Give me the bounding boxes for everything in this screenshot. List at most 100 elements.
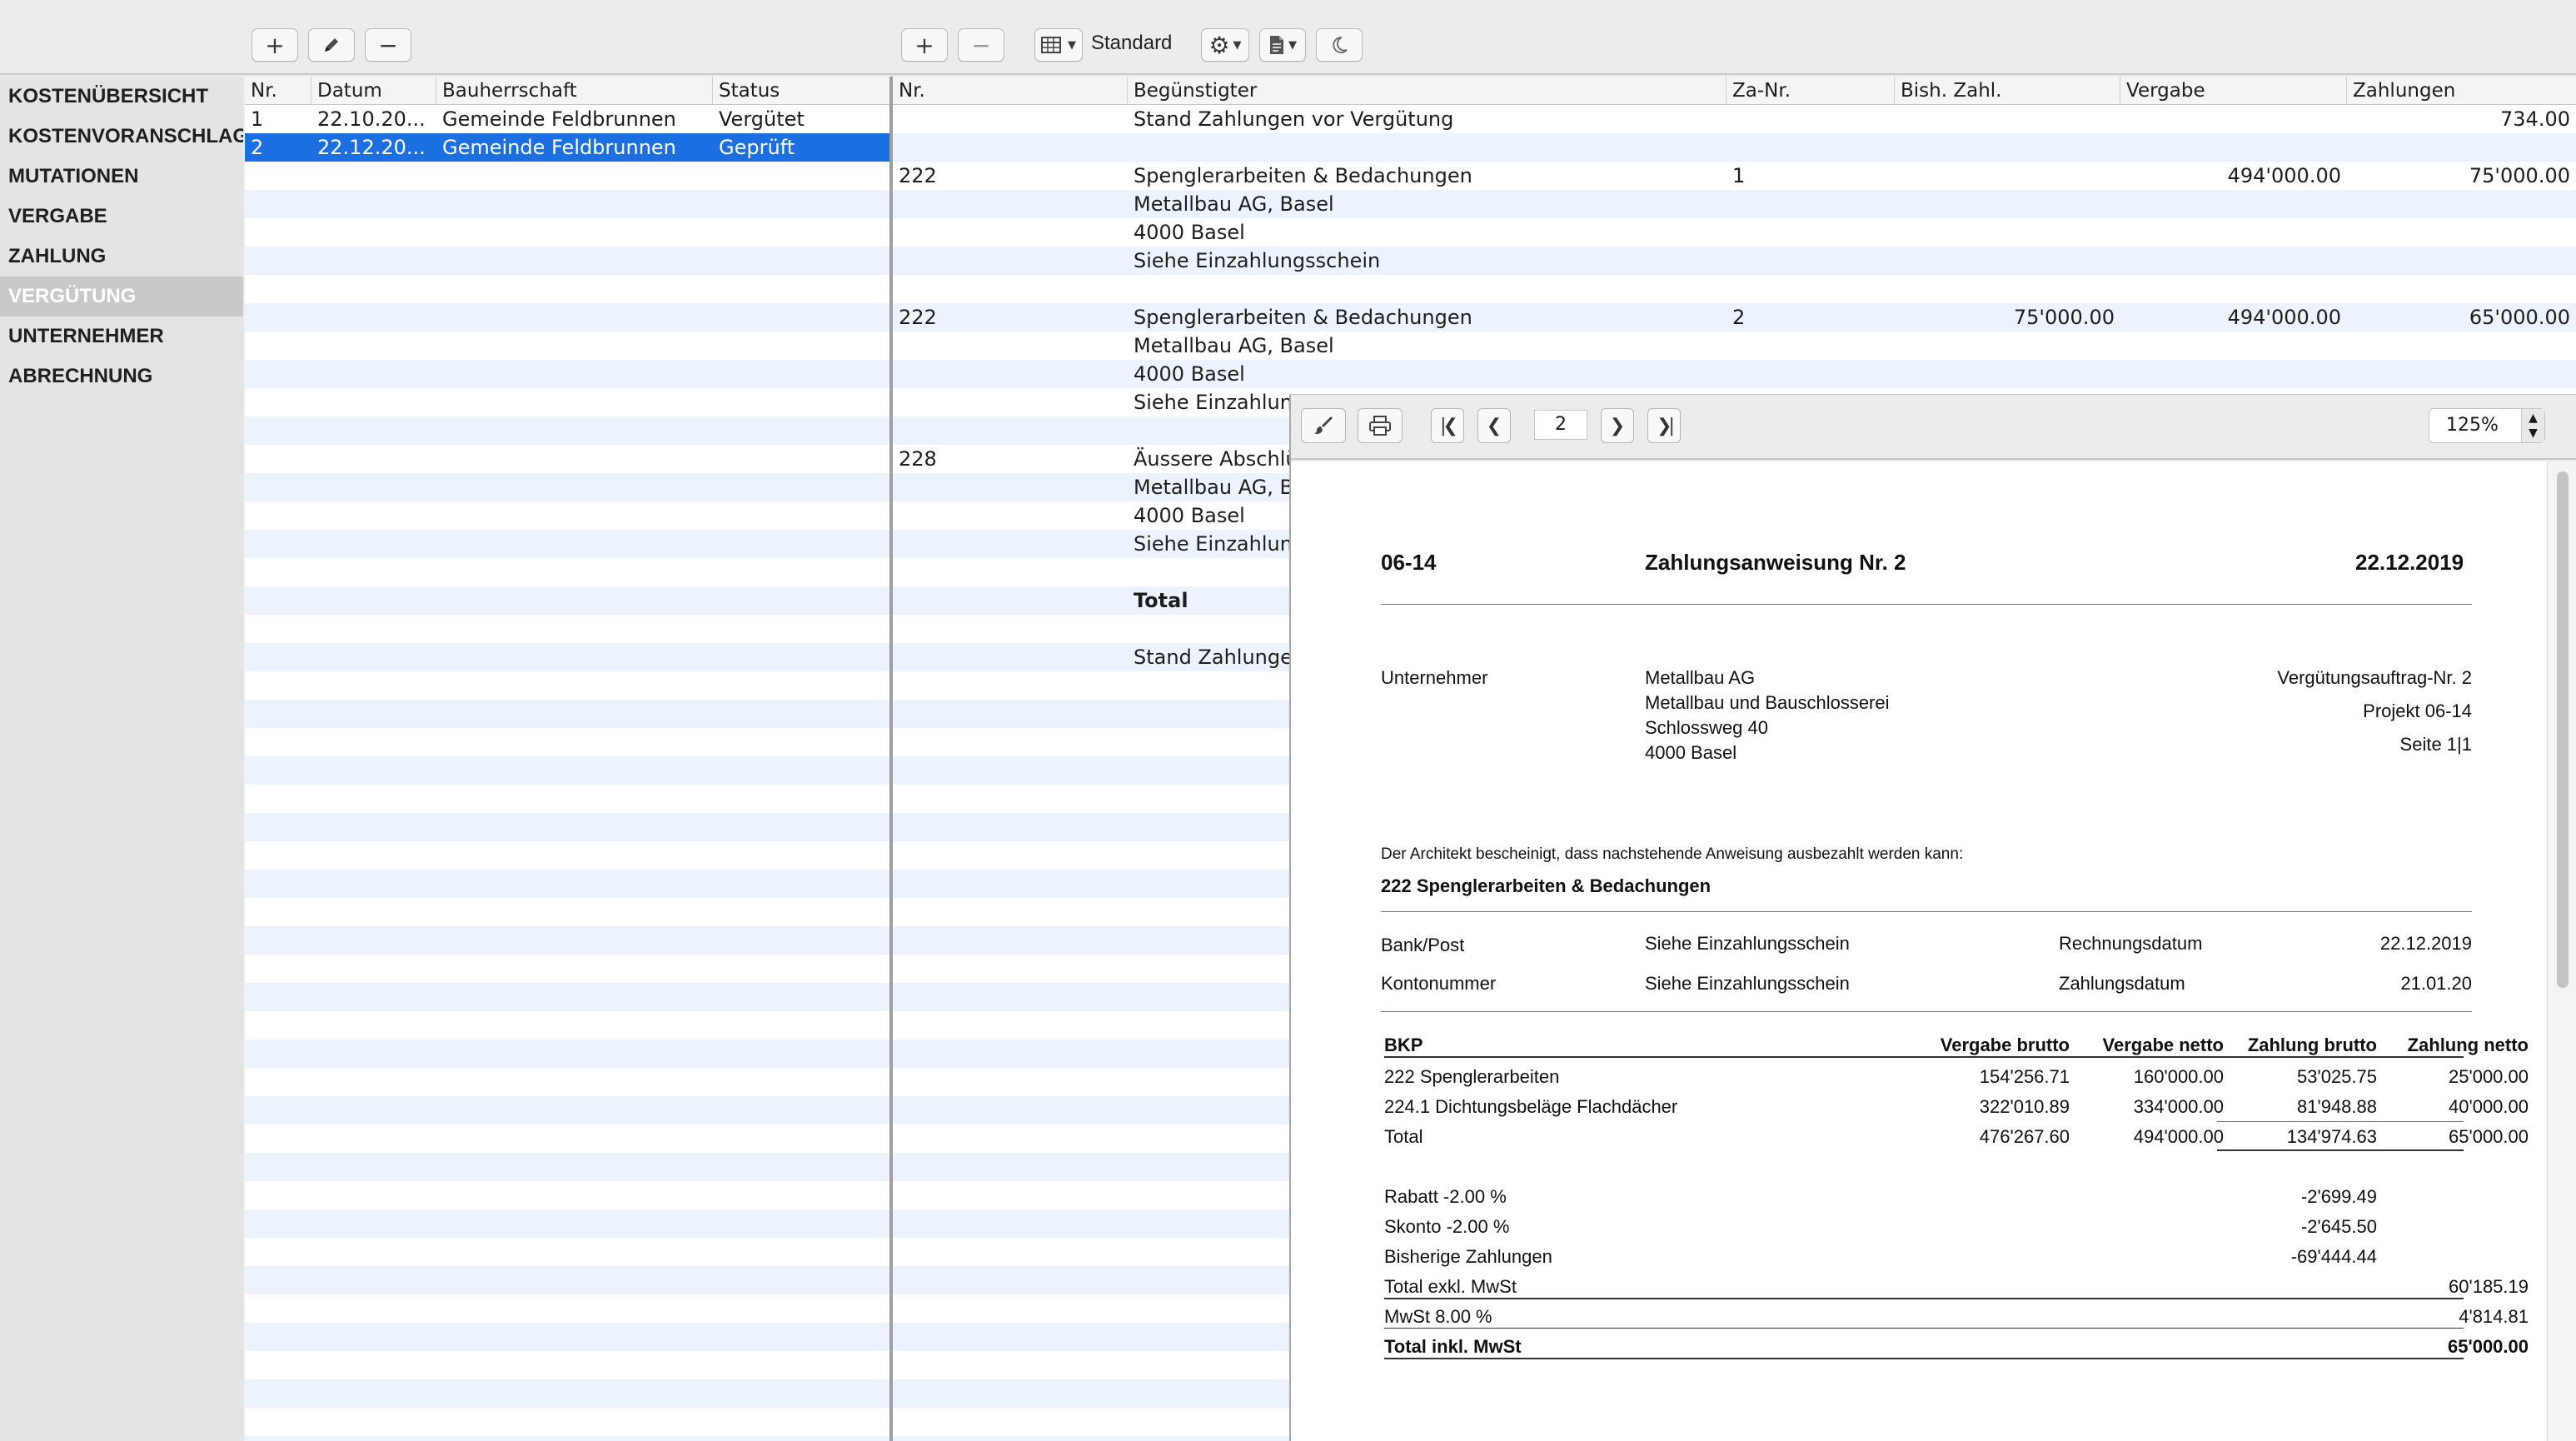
cell-nr [893, 105, 1128, 133]
settings-menu-button[interactable]: ⚙ ▼ [1201, 28, 1249, 62]
bkp-label: 222 Spenglerarbeiten [1384, 1066, 1560, 1087]
remove-vergutung-button[interactable]: − [365, 28, 411, 62]
cell-beg: 4000 Basel [1134, 362, 1245, 386]
sidebar-item-vergabe[interactable]: VERGABE [0, 197, 243, 237]
doc-code: 06-14 [1381, 550, 1437, 575]
last-page-icon: ❯| [1657, 415, 1675, 436]
table-row[interactable] [893, 275, 2576, 303]
cell-beg: Metallbau AG, Basel [1134, 334, 1334, 357]
brush-button[interactable] [1301, 408, 1346, 443]
print-button[interactable] [1358, 408, 1403, 443]
printer-icon [1369, 416, 1391, 436]
preview-toolbar: |❮ ❮ 2 ❯ ❯| 125% ▲ ▼ [1291, 395, 2576, 460]
cell-nr [893, 501, 1128, 530]
sidebar-item-abrechnung[interactable]: ABRECHNUNG [0, 357, 243, 396]
cell-vergabe [2120, 247, 2347, 275]
cell-vergabe [2120, 218, 2347, 247]
chevron-down-icon: ▼ [1233, 38, 1242, 52]
cell-bish [1895, 218, 2120, 247]
rechnung-value: 22.12.2019 [2379, 933, 2472, 954]
cell-datum: 22.10.20... [317, 107, 426, 131]
table-row[interactable]: Metallbau AG, Basel [893, 332, 2576, 360]
cell-nr [893, 360, 1128, 388]
cell-vergabe [2120, 275, 2347, 303]
cell-zahlungen [2347, 360, 2576, 388]
table-row-selected[interactable]: 2 22.12.20... Gemeinde Feldbrunnen Geprü… [245, 133, 889, 162]
vergabe-brutto-header: Vergabe brutto [1940, 1035, 2070, 1055]
next-page-button[interactable]: ❯ [1601, 408, 1634, 443]
preview-scrollbar[interactable] [2547, 461, 2576, 1441]
column-header-status[interactable]: Status [713, 77, 889, 105]
doc-date: 22.12.2019 [2355, 550, 2464, 575]
remove-position-button[interactable]: − [958, 28, 1004, 62]
cell-beg: Stand Zahlungen vor Vergütung [1134, 107, 1454, 131]
stepper-icon[interactable]: ▲ ▼ [2521, 409, 2544, 442]
cell-bish [1895, 105, 2120, 133]
zoom-select[interactable]: 125% ▲ ▼ [2429, 408, 2545, 443]
cell-zahlungen [2347, 218, 2576, 247]
sidebar-item-unternehmer[interactable]: UNTERNEHMER [0, 317, 243, 357]
add-vergutung-button[interactable]: + [252, 28, 298, 62]
sidebar-item-verguetung[interactable]: VERGÜTUNG [0, 277, 243, 317]
table-row[interactable]: Siehe Einzahlungsschein [893, 247, 2576, 275]
add-position-button[interactable]: + [901, 28, 948, 62]
edit-button[interactable] [308, 28, 355, 62]
bank-label: Bank/Post [1381, 935, 1465, 955]
cell-bauherrschaft: Gemeinde Feldbrunnen [442, 136, 676, 159]
table-row[interactable]: 4000 Basel [893, 360, 2576, 388]
cell-beg: Spenglerarbeiten & Bedachungen [1134, 164, 1472, 187]
moon-icon [1333, 37, 1348, 53]
cell-nr: 228 [899, 447, 937, 471]
table-row[interactable]: 1 22.10.20... Gemeinde Feldbrunnen Vergü… [245, 105, 889, 133]
bkp-value: 494'000.00 [2133, 1126, 2224, 1147]
cell-zahlungen [2347, 190, 2576, 218]
bkp-value: 322'010.89 [1979, 1096, 2070, 1117]
zahlung-label: Zahlungsdatum [2059, 973, 2185, 994]
deduction-value: -69'444.44 [2290, 1246, 2377, 1267]
sidebar-item-kostenuebersicht[interactable]: KOSTENÜBERSICHT [0, 77, 243, 117]
bank-value: Siehe Einzahlungsschein [1645, 933, 1850, 954]
column-header-za-nr[interactable]: Za-Nr. [1726, 77, 1895, 105]
table-row[interactable]: 4000 Basel [893, 218, 2576, 247]
sidebar-item-mutationen[interactable]: MUTATIONEN [0, 157, 243, 197]
table-row[interactable]: Stand Zahlungen vor Vergütung 734.00 [893, 105, 2576, 133]
column-header-vergabe[interactable]: Vergabe [2120, 77, 2347, 105]
sidebar-item-zahlung[interactable]: ZAHLUNG [0, 237, 243, 277]
cell-bish: 75'000.00 [2013, 306, 2115, 329]
dark-mode-button[interactable] [1316, 28, 1363, 62]
column-header-bauherrschaft[interactable]: Bauherrschaft [436, 77, 713, 105]
cell-nr: 1 [251, 107, 264, 131]
cell-nr [893, 615, 1128, 643]
table-row[interactable]: 222 Spenglerarbeiten & Bedachungen 2 75'000… [893, 303, 2576, 332]
sidebar-item-kostenvoranschlag[interactable]: KOSTENVORANSCHLAG [0, 117, 243, 157]
column-header-bish-zahl[interactable]: Bish. Zahl. [1895, 77, 2120, 105]
deduction-label: Total exkl. MwSt [1384, 1276, 1517, 1297]
table-view-button[interactable]: ▼ [1034, 28, 1083, 62]
table-row[interactable] [893, 133, 2576, 162]
cell-za [1726, 275, 1895, 303]
section-title: 222 Spenglerarbeiten & Bedachungen [1381, 875, 1712, 896]
scrollbar-thumb[interactable] [2557, 471, 2569, 988]
bkp-value: 334'000.00 [2133, 1096, 2224, 1117]
cell-beg: 4000 Basel [1134, 221, 1245, 244]
column-header-beguenstigter[interactable]: Begünstigter [1128, 77, 1726, 105]
column-header-nr[interactable]: Nr. [893, 77, 1128, 105]
cell-beg [1128, 133, 1726, 162]
cell-nr: 222 [899, 306, 937, 329]
divider [1384, 1056, 2464, 1058]
document-menu-button[interactable]: ▼ [1259, 28, 1306, 62]
previous-page-button[interactable]: ❮ [1477, 408, 1511, 443]
page-number-input[interactable]: 2 [1534, 410, 1587, 440]
table-row[interactable]: 222 Spenglerarbeiten & Bedachungen 1 494'00… [893, 162, 2576, 190]
column-header-zahlungen[interactable]: Zahlungen [2347, 77, 2576, 105]
first-page-button[interactable]: |❮ [1431, 408, 1464, 443]
column-header-datum[interactable]: Datum [311, 77, 436, 105]
cell-bauherrschaft: Gemeinde Feldbrunnen [442, 107, 676, 131]
last-page-button[interactable]: ❯| [1647, 408, 1681, 443]
column-header-nr[interactable]: Nr. [245, 77, 311, 105]
deduction-label: MwSt 8.00 % [1384, 1306, 1492, 1327]
table-row[interactable]: Metallbau AG, Basel [893, 190, 2576, 218]
company-line: 4000 Basel [1645, 742, 1737, 763]
cell-nr: 222 [899, 164, 937, 187]
print-preview-panel: |❮ ❮ 2 ❯ ❯| 125% ▲ ▼ 06-14 Zahlungsanweis… [1289, 394, 2576, 1441]
